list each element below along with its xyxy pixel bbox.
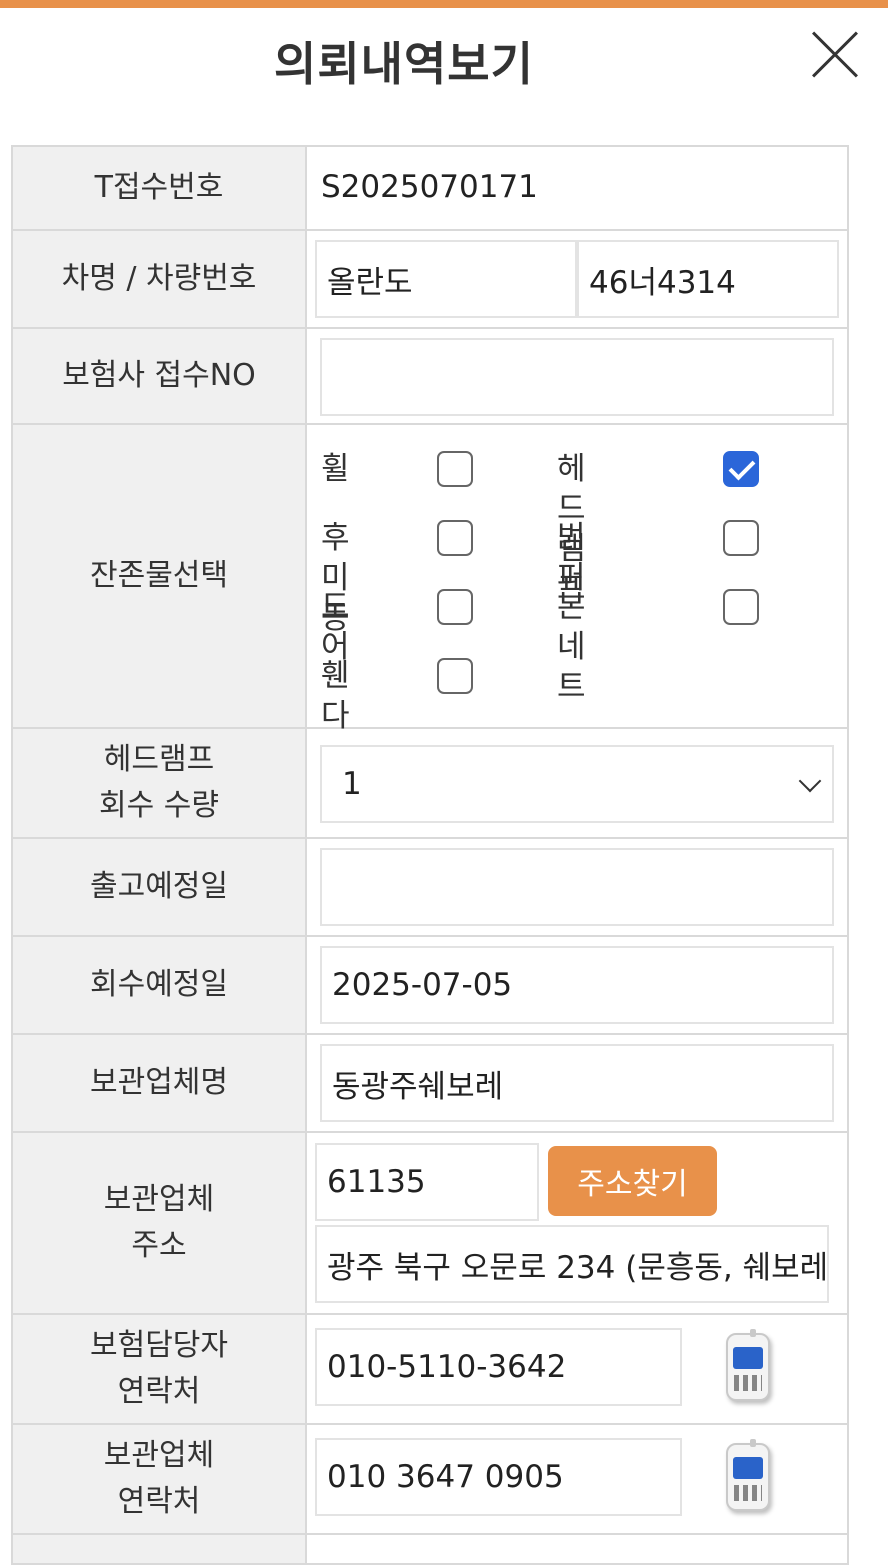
remains-option-label: 범퍼 — [557, 520, 586, 596]
request-detail-form: T접수번호 S2025070171 차명 / 차량번호 올란도 46너4314 … — [11, 145, 849, 1565]
remains-option-label: 휀다 — [321, 658, 350, 734]
headlamp-qty-label-line1: 헤드램프 — [103, 742, 215, 777]
chevron-down-icon — [798, 769, 822, 793]
partial-cell — [305, 1533, 849, 1565]
insurance-phone-field[interactable]: 010-5110-3642 — [315, 1328, 682, 1406]
storage-address-label: 보관업체 주소 — [11, 1131, 307, 1315]
car-plate-field[interactable]: 46너4314 — [577, 240, 839, 318]
remains-option-checkbox[interactable] — [437, 589, 473, 625]
collect-date-field[interactable]: 2025-07-05 — [320, 946, 834, 1024]
storage-name-field[interactable]: 동광주쉐보레 — [320, 1044, 834, 1122]
page-title: 의뢰내역보기 — [274, 37, 534, 91]
remains-option-label: 헤드램프 — [557, 451, 586, 607]
remains-label: 잔존물선택 — [11, 423, 307, 729]
headlamp-qty-label: 헤드램프 회수 수량 — [11, 727, 307, 839]
address-field[interactable]: 광주 북구 오문로 234 (문흥동, 쉐보레 — [315, 1225, 829, 1303]
row-insurance-contact: 보험담당자 연락처 010-5110-3642 — [11, 1313, 849, 1425]
insurer-receipt-field[interactable] — [320, 338, 834, 416]
insurer-receipt-label: 보험사 접수NO — [11, 327, 307, 425]
headlamp-qty-cell: 1 — [305, 727, 849, 839]
insurance-contact-cell: 010-5110-3642 — [305, 1313, 849, 1425]
row-collect-date: 회수예정일 2025-07-05 — [11, 935, 849, 1035]
remains-option-checkbox[interactable] — [723, 520, 759, 556]
remains-option-label: 본네트 — [557, 589, 586, 705]
remains-option-checkbox[interactable] — [723, 451, 759, 487]
row-car: 차명 / 차량번호 올란도 46너4314 — [11, 229, 849, 329]
phone-call-icon[interactable] — [708, 1439, 786, 1511]
insurance-contact-label: 보험담당자 연락처 — [11, 1313, 307, 1425]
insurer-receipt-cell — [305, 327, 849, 425]
zipcode-field[interactable]: 61135 — [315, 1143, 539, 1221]
headlamp-qty-value: 1 — [342, 766, 362, 802]
remains-cell: 휠 헤드램프 후미등 범퍼도어 본네트휀다 — [305, 423, 849, 734]
partial-label — [11, 1533, 307, 1565]
remains-option-checkbox[interactable] — [437, 658, 473, 694]
storage-name-label: 보관업체명 — [11, 1033, 307, 1133]
remains-option-label: 도어 — [321, 589, 350, 665]
row-storage-contact: 보관업체 연락처 010 3647 0905 — [11, 1423, 849, 1535]
insurance-contact-label-line2: 연락처 — [117, 1374, 201, 1409]
storage-name-cell: 동광주쉐보레 — [305, 1033, 849, 1133]
receipt-no-value: S2025070171 — [321, 169, 538, 205]
row-partial — [11, 1533, 849, 1565]
receipt-no-label: T접수번호 — [11, 145, 307, 231]
insurance-contact-label-line1: 보험담당자 — [90, 1328, 228, 1363]
storage-contact-label: 보관업체 연락처 — [11, 1423, 307, 1535]
remains-option-checkbox[interactable] — [437, 520, 473, 556]
car-label: 차명 / 차량번호 — [11, 229, 307, 329]
close-icon[interactable] — [808, 28, 862, 82]
storage-contact-label-line2: 연락처 — [117, 1484, 201, 1519]
collect-date-label: 회수예정일 — [11, 935, 307, 1035]
row-remains: 잔존물선택 휠 헤드램프 후미등 범퍼도어 본네트휀다 — [11, 423, 849, 734]
storage-phone-field[interactable]: 010 3647 0905 — [315, 1438, 682, 1516]
storage-address-label-line2: 주소 — [131, 1228, 187, 1263]
row-insurer-receipt: 보험사 접수NO — [11, 327, 849, 425]
ship-date-label: 출고예정일 — [11, 837, 307, 937]
receipt-no-cell: S2025070171 — [305, 145, 849, 231]
remains-option-label: 휠 — [321, 451, 350, 487]
remains-option-checkbox[interactable] — [437, 451, 473, 487]
headlamp-qty-select[interactable]: 1 — [320, 745, 834, 823]
car-name-field[interactable]: 올란도 — [315, 240, 577, 318]
ship-date-cell — [305, 837, 849, 937]
storage-address-cell: 61135 주소찾기 광주 북구 오문로 234 (문흥동, 쉐보레 — [305, 1131, 849, 1315]
headlamp-qty-label-line2: 회수 수량 — [99, 788, 219, 823]
top-accent-bar — [0, 0, 888, 8]
storage-contact-cell: 010 3647 0905 — [305, 1423, 849, 1535]
address-search-button[interactable]: 주소찾기 — [548, 1146, 717, 1216]
row-storage-name: 보관업체명 동광주쉐보레 — [11, 1033, 849, 1133]
ship-date-field[interactable] — [320, 848, 834, 926]
remains-option-checkbox[interactable] — [723, 589, 759, 625]
storage-address-label-line1: 보관업체 — [103, 1182, 215, 1217]
row-headlamp-qty: 헤드램프 회수 수량 1 — [11, 727, 849, 839]
remains-option-label: 후미등 — [321, 520, 350, 636]
storage-contact-label-line1: 보관업체 — [103, 1438, 215, 1473]
phone-call-icon[interactable] — [708, 1329, 786, 1401]
car-cell: 올란도 46너4314 — [305, 229, 849, 329]
row-ship-date: 출고예정일 — [11, 837, 849, 937]
row-storage-address: 보관업체 주소 61135 주소찾기 광주 북구 오문로 234 (문흥동, 쉐… — [11, 1131, 849, 1315]
collect-date-cell: 2025-07-05 — [305, 935, 849, 1035]
row-receipt-no: T접수번호 S2025070171 — [11, 145, 849, 231]
